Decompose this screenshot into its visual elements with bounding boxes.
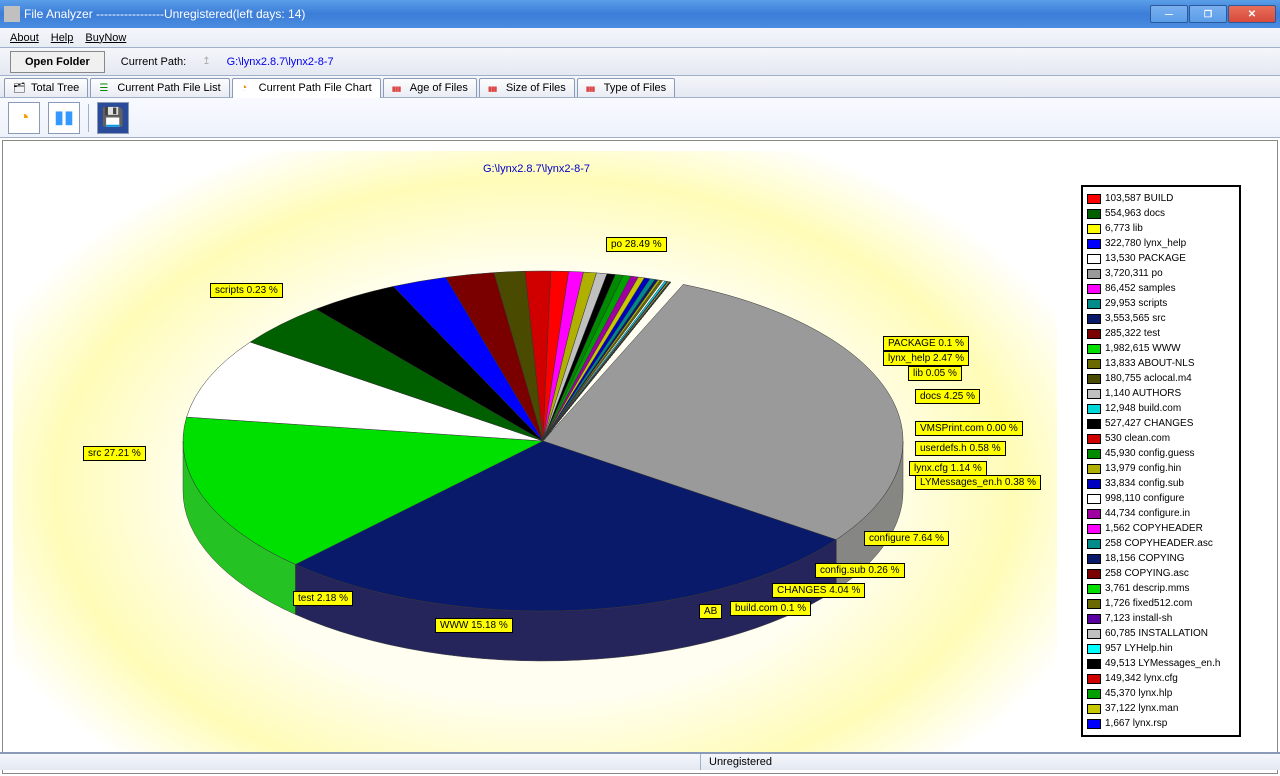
legend-row: 49,513 LYMessages_en.h [1087, 656, 1235, 671]
label-src: src 27.21 % [83, 446, 146, 461]
label-lynxhelp: lynx_help 2.47 % [883, 351, 969, 366]
legend-row: 258 COPYING.asc [1087, 566, 1235, 581]
legend-row: 998,110 configure [1087, 491, 1235, 506]
tab-total-tree[interactable]: Total Tree [4, 78, 88, 97]
legend-row: 13,979 config.hin [1087, 461, 1235, 476]
legend-row: 60,785 INSTALLATION [1087, 626, 1235, 641]
legend-row: 1,140 AUTHORS [1087, 386, 1235, 401]
label-configsub: config.sub 0.26 % [815, 563, 905, 578]
label-userdefs: userdefs.h 0.58 % [915, 441, 1006, 456]
bars-icon [392, 82, 406, 94]
open-folder-button[interactable]: Open Folder [10, 51, 105, 73]
tab-file-list[interactable]: Current Path File List [90, 78, 229, 97]
bars-icon [488, 82, 502, 94]
tree-icon [13, 82, 27, 94]
label-lynxcfg: lynx.cfg 1.14 % [909, 461, 987, 476]
legend-row: 1,726 fixed512.com [1087, 596, 1235, 611]
legend-row: 6,773 lib [1087, 221, 1235, 236]
close-button[interactable] [1228, 5, 1276, 23]
minimize-button[interactable] [1150, 5, 1188, 23]
legend-row: 285,322 test [1087, 326, 1235, 341]
label-test: test 2.18 % [293, 591, 353, 606]
legend-row: 29,953 scripts [1087, 296, 1235, 311]
status-unregistered: Unregistered [700, 754, 780, 770]
legend-row: 1,982,615 WWW [1087, 341, 1235, 356]
legend-row: 45,370 lynx.hlp [1087, 686, 1235, 701]
current-path-label: Current Path: [121, 56, 186, 68]
titlebar: File Analyzer -----------------Unregiste… [0, 0, 1280, 28]
menu-about[interactable]: About [4, 30, 45, 46]
legend-row: 3,553,565 src [1087, 311, 1235, 326]
label-scripts: scripts 0.23 % [210, 283, 283, 298]
legend-row: 86,452 samples [1087, 281, 1235, 296]
window-title: File Analyzer -----------------Unregiste… [24, 7, 1149, 21]
chart-toolbar: ◔ ▮▮ 💾 [0, 98, 1280, 138]
chart-title: G:\lynx2.8.7\lynx2-8-7 [483, 163, 590, 175]
statusbar: Unregistered [0, 752, 1280, 770]
menu-help[interactable]: Help [45, 30, 80, 46]
label-configure: configure 7.64 % [864, 531, 949, 546]
pie-view-button[interactable]: ◔ [8, 102, 40, 134]
legend-row: 7,123 install-sh [1087, 611, 1235, 626]
label-changes: CHANGES 4.04 % [772, 583, 865, 598]
legend-row: 1,562 COPYHEADER [1087, 521, 1235, 536]
legend-row: 13,530 PACKAGE [1087, 251, 1235, 266]
legend-row: 1,667 lynx.rsp [1087, 716, 1235, 731]
legend-row: 180,755 aclocal.m4 [1087, 371, 1235, 386]
legend-row: 149,342 lynx.cfg [1087, 671, 1235, 686]
label-lib: lib 0.05 % [908, 366, 962, 381]
legend-row: 33,834 config.sub [1087, 476, 1235, 491]
chart-icon [241, 82, 255, 94]
list-icon [99, 82, 113, 94]
legend-row: 45,930 config.guess [1087, 446, 1235, 461]
legend: 103,587 BUILD554,963 docs6,773 lib322,78… [1081, 185, 1241, 737]
status-left [0, 754, 700, 770]
legend-row: 258 COPYHEADER.asc [1087, 536, 1235, 551]
legend-row: 957 LYHelp.hin [1087, 641, 1235, 656]
bars-icon [586, 82, 600, 94]
label-package: PACKAGE 0.1 % [883, 336, 969, 351]
tab-bar: Total Tree Current Path File List Curren… [0, 76, 1280, 98]
legend-row: 322,780 lynx_help [1087, 236, 1235, 251]
tab-size[interactable]: Size of Files [479, 78, 575, 97]
menu-buynow[interactable]: BuyNow [79, 30, 132, 46]
label-vmsprint: VMSPrint.com 0.00 % [915, 421, 1023, 436]
maximize-button[interactable] [1189, 5, 1227, 23]
legend-row: 530 clean.com [1087, 431, 1235, 446]
chart-area: G:\lynx2.8.7\lynx2-8-7 po 28.49 % script… [2, 140, 1278, 774]
label-www: WWW 15.18 % [435, 618, 513, 633]
current-path-value[interactable]: G:\lynx2.8.7\lynx2-8-7 [227, 56, 334, 68]
path-toolbar: Open Folder Current Path: ↥ G:\lynx2.8.7… [0, 48, 1280, 76]
legend-row: 527,427 CHANGES [1087, 416, 1235, 431]
legend-row: 37,122 lynx.man [1087, 701, 1235, 716]
legend-row: 44,734 configure.in [1087, 506, 1235, 521]
menubar: About Help BuyNow [0, 28, 1280, 48]
legend-row: 18,156 COPYING [1087, 551, 1235, 566]
label-docs: docs 4.25 % [915, 389, 980, 404]
separator [88, 104, 89, 132]
legend-row: 103,587 BUILD [1087, 191, 1235, 206]
bar-view-button[interactable]: ▮▮ [48, 102, 80, 134]
up-arrow-icon[interactable]: ↥ [202, 56, 210, 67]
label-ab: AB [699, 604, 722, 619]
label-lymsg: LYMessages_en.h 0.38 % [915, 475, 1041, 490]
tab-age[interactable]: Age of Files [383, 78, 477, 97]
label-po: po 28.49 % [606, 237, 667, 252]
legend-row: 12,948 build.com [1087, 401, 1235, 416]
legend-row: 554,963 docs [1087, 206, 1235, 221]
pie-chart [143, 241, 923, 741]
app-icon [4, 6, 20, 22]
legend-row: 3,720,311 po [1087, 266, 1235, 281]
save-button[interactable]: 💾 [97, 102, 129, 134]
tab-file-chart[interactable]: Current Path File Chart [232, 78, 381, 98]
legend-row: 13,833 ABOUT-NLS [1087, 356, 1235, 371]
legend-row: 3,761 descrip.mms [1087, 581, 1235, 596]
tab-type[interactable]: Type of Files [577, 78, 675, 97]
label-buildcom: build.com 0.1 % [730, 601, 811, 616]
